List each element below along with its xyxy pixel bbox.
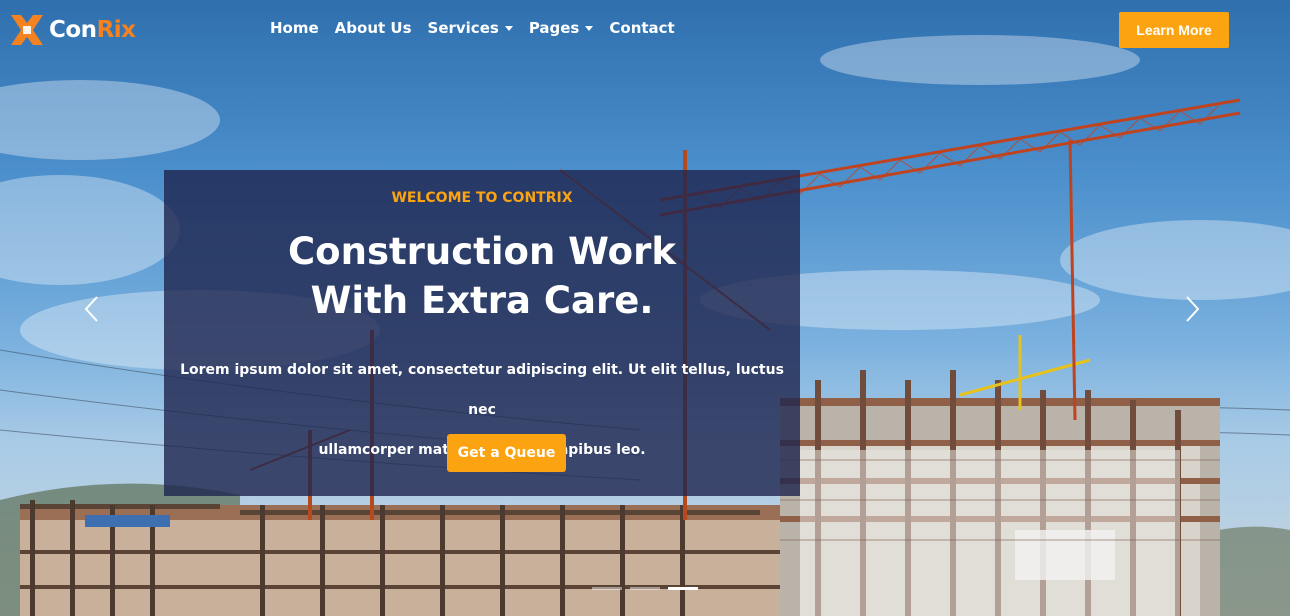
- nav-item-label: Pages: [528, 19, 580, 37]
- nav-item-label: Contact: [609, 19, 675, 37]
- nav-item-home[interactable]: Home: [270, 19, 319, 37]
- hero-lead-line1: Lorem ipsum dolor sit amet, consectetur …: [180, 362, 784, 418]
- brand-name-part1: Con: [49, 17, 97, 43]
- carousel-indicator-1[interactable]: [592, 587, 622, 590]
- nav-item-contact[interactable]: Contact: [609, 19, 674, 37]
- hero-caption-panel: WELCOME TO CONTRIX Construction Work Wit…: [164, 170, 800, 496]
- nav-item-label: Home: [270, 19, 319, 37]
- nav-item-label: About Us: [334, 19, 412, 37]
- carousel-indicator-2[interactable]: [630, 587, 660, 590]
- hero-headline-line2: With Extra Care.: [310, 279, 654, 322]
- hero-eyebrow: WELCOME TO CONTRIX: [391, 190, 573, 206]
- chevron-right-icon[interactable]: [1182, 294, 1202, 324]
- nav-item-services[interactable]: Services: [428, 19, 513, 37]
- nav-item-label: Services: [427, 19, 499, 37]
- chevron-left-icon[interactable]: [82, 294, 102, 324]
- learn-more-button[interactable]: Learn More: [1119, 12, 1229, 48]
- conrix-logo-icon: [11, 15, 43, 45]
- hero-headline-line1: Construction Work: [288, 230, 676, 273]
- nav-item-about-us[interactable]: About Us: [335, 19, 412, 37]
- carousel-indicator-3[interactable]: [668, 587, 698, 590]
- nav-item-pages[interactable]: Pages: [529, 19, 594, 37]
- top-navbar: ConRix Home About Us Services Pages Cont…: [0, 0, 1290, 60]
- brand-logo[interactable]: ConRix: [9, 13, 136, 47]
- hero-headline: Construction Work With Extra Care.: [164, 227, 800, 325]
- get-a-queue-button[interactable]: Get a Queue: [447, 434, 566, 472]
- caret-down-icon: [585, 25, 594, 31]
- carousel-indicators: [592, 587, 698, 590]
- brand-name: ConRix: [49, 17, 136, 43]
- caret-down-icon: [504, 25, 513, 31]
- main-nav: Home About Us Services Pages Contact: [270, 19, 691, 37]
- brand-name-part2: Rix: [96, 17, 136, 43]
